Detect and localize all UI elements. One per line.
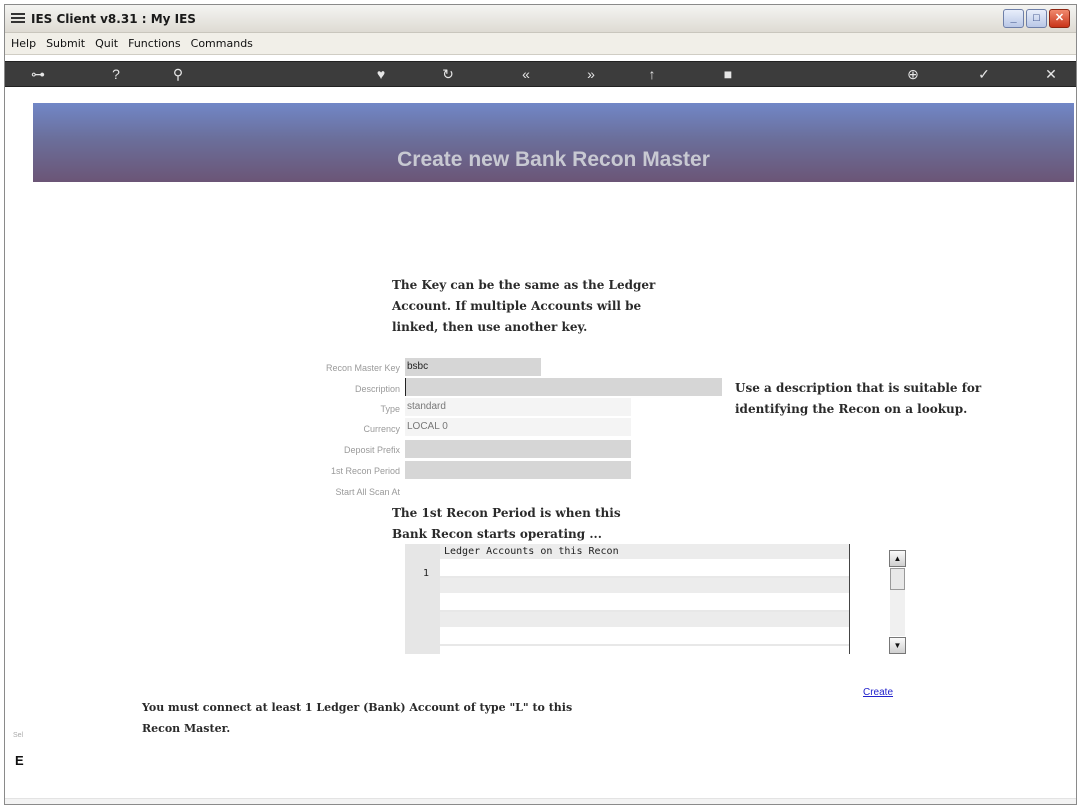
key-hint-line: linked, then use another key. bbox=[392, 320, 588, 334]
search-icon[interactable]: ⚲ bbox=[167, 64, 189, 84]
title-bar: IES Client v8.31 : My IES _ □ ✕ bbox=[5, 5, 1076, 33]
first-record-icon[interactable]: « bbox=[515, 64, 537, 84]
maximize-button[interactable]: □ bbox=[1026, 9, 1047, 28]
page-banner: Create new Bank Recon Master bbox=[33, 103, 1074, 182]
grid-header: Ledger Accounts on this Recon bbox=[440, 544, 849, 561]
row-number-column bbox=[405, 544, 440, 654]
menu-submit[interactable]: Submit bbox=[46, 37, 85, 50]
close-button[interactable]: ✕ bbox=[1049, 9, 1070, 28]
key-hint-line: Account. If multiple Accounts will be bbox=[392, 299, 642, 313]
description-hint-line: identifying the Recon on a lookup. bbox=[735, 402, 968, 416]
grid-row[interactable] bbox=[440, 595, 849, 612]
app-menu-icon[interactable] bbox=[11, 13, 25, 25]
window-title: IES Client v8.31 : My IES bbox=[31, 12, 196, 26]
last-record-icon[interactable]: » bbox=[580, 64, 602, 84]
stop-icon[interactable]: ■ bbox=[717, 64, 739, 84]
grid-scrollbar[interactable]: ▲ ▼ bbox=[889, 550, 906, 654]
settings-icon[interactable]: ⊕ bbox=[902, 64, 924, 84]
footer-note-line: You must connect at least 1 Ledger (Bank… bbox=[142, 701, 573, 714]
app-window: IES Client v8.31 : My IES _ □ ✕ Help Sub… bbox=[4, 4, 1077, 805]
favorite-heart-icon[interactable]: ♥ bbox=[370, 64, 392, 84]
menu-commands[interactable]: Commands bbox=[191, 37, 253, 50]
type-label: Type bbox=[380, 404, 400, 414]
toolbar: ⊶ ? ⚲ ♥ ↻ « » ↑ ■ ⊕ ✓ ✕ bbox=[5, 61, 1076, 87]
recon-master-key-field[interactable]: bsbc bbox=[405, 358, 541, 376]
menu-functions[interactable]: Functions bbox=[128, 37, 181, 50]
period-hint-line: Bank Recon starts operating ... bbox=[392, 527, 602, 541]
first-recon-period-label: 1st Recon Period bbox=[330, 466, 400, 476]
ledger-accounts-grid: 1 Ledger Accounts on this Recon bbox=[405, 544, 850, 654]
cancel-x-icon[interactable]: ✕ bbox=[1040, 64, 1062, 84]
side-e-icon[interactable]: E bbox=[15, 753, 24, 768]
grid-row[interactable] bbox=[440, 612, 849, 629]
currency-label: Currency bbox=[363, 424, 400, 434]
start-all-scan-at-field[interactable] bbox=[405, 482, 631, 500]
description-hint-line: Use a description that is suitable for bbox=[735, 381, 982, 395]
minimize-button[interactable]: _ bbox=[1003, 9, 1024, 28]
menu-help[interactable]: Help bbox=[11, 37, 36, 50]
up-arrow-icon[interactable]: ↑ bbox=[641, 64, 663, 84]
page-title: Create new Bank Recon Master bbox=[397, 148, 710, 171]
help-icon[interactable]: ? bbox=[105, 64, 127, 84]
currency-field[interactable]: LOCAL 0 bbox=[405, 418, 631, 436]
period-hint-line: The 1st Recon Period is when this bbox=[392, 506, 621, 520]
row-number: 1 bbox=[423, 568, 430, 579]
footer-note: You must connect at least 1 Ledger (Bank… bbox=[142, 697, 572, 739]
scroll-thumb[interactable] bbox=[890, 568, 905, 590]
footer-note-line: Recon Master. bbox=[142, 722, 231, 735]
menu-bar: Help Submit Quit Functions Commands bbox=[5, 33, 1076, 55]
first-recon-period-field[interactable] bbox=[405, 461, 631, 479]
description-field[interactable] bbox=[405, 378, 722, 396]
type-field[interactable]: standard bbox=[405, 398, 631, 416]
recon-master-key-label: Recon Master Key bbox=[325, 363, 400, 373]
menu-quit[interactable]: Quit bbox=[95, 37, 118, 50]
scroll-up-icon[interactable]: ▲ bbox=[889, 550, 906, 567]
grid-row[interactable] bbox=[440, 629, 849, 646]
key-hint-line: The Key can be the same as the Ledger bbox=[392, 278, 656, 292]
status-strip bbox=[5, 798, 1076, 804]
description-hint: Use a description that is suitable for i… bbox=[735, 378, 981, 420]
period-hint: The 1st Recon Period is when this Bank R… bbox=[392, 503, 621, 545]
scroll-down-icon[interactable]: ▼ bbox=[889, 637, 906, 654]
description-label: Description bbox=[354, 384, 400, 394]
create-link[interactable]: Create bbox=[863, 687, 893, 698]
confirm-check-icon[interactable]: ✓ bbox=[973, 64, 995, 84]
start-all-scan-at-label: Start All Scan At bbox=[335, 487, 400, 497]
grid-rows: Ledger Accounts on this Recon bbox=[440, 544, 849, 646]
deposit-prefix-label: Deposit Prefix bbox=[343, 445, 400, 455]
key-icon[interactable]: ⊶ bbox=[27, 64, 49, 84]
window-controls: _ □ ✕ bbox=[1003, 9, 1070, 28]
refresh-icon[interactable]: ↻ bbox=[437, 64, 459, 84]
grid-row[interactable] bbox=[440, 561, 849, 578]
grid-row[interactable] bbox=[440, 578, 849, 595]
key-hint: The Key can be the same as the Ledger Ac… bbox=[392, 275, 655, 338]
deposit-prefix-field[interactable] bbox=[405, 440, 631, 458]
side-label: Sel bbox=[13, 732, 24, 739]
